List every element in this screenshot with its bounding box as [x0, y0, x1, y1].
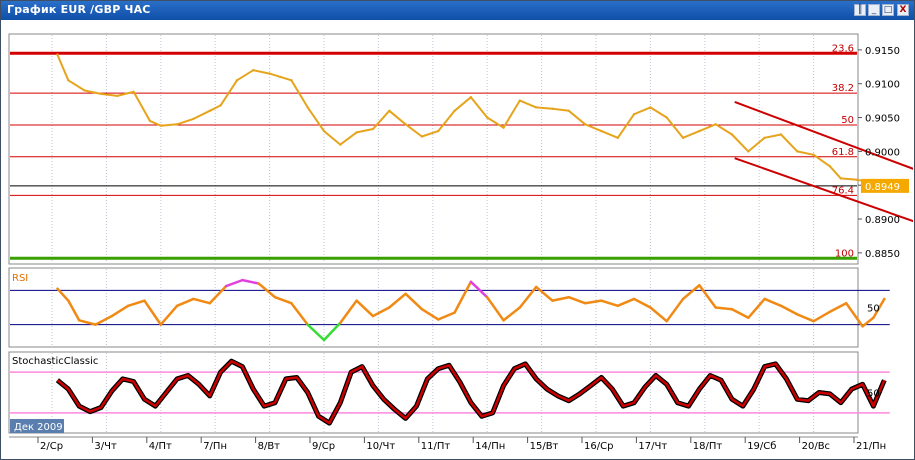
date-tick-label: 4/Пт [149, 441, 172, 452]
price-point [855, 178, 859, 181]
fib-level-label: 23.6 [832, 43, 854, 54]
price-point [730, 133, 734, 136]
price-point [56, 53, 59, 56]
price-point [252, 68, 255, 72]
minimize-icon[interactable]: _ [868, 4, 880, 16]
date-tick-label: 7/Пн [203, 441, 227, 452]
close-icon[interactable]: X [897, 4, 909, 16]
price-point [469, 96, 473, 99]
price-point [534, 106, 538, 109]
date-tick-label: 18/Пт [693, 441, 723, 452]
window-title: График EUR /GBP ЧАС [7, 3, 151, 16]
fib-level-label: 61.8 [832, 147, 854, 158]
rsi-tick-label: 50 [867, 304, 880, 315]
price-point [279, 75, 282, 79]
date-tick-label: 20/Вс [802, 441, 830, 452]
current-price-label: 0.8949 [865, 182, 900, 193]
price-tick-label: 0.9150 [865, 46, 900, 57]
price-point [486, 116, 489, 119]
date-tick-label: 16/Ср [584, 441, 613, 452]
date-tick-label: 21/Пн [856, 441, 886, 452]
price-point [322, 129, 326, 133]
oscillator-2-title: StochasticClassic [12, 356, 98, 367]
chart-area: 23.6 38.2 50 61.8 76.4 100 0.9150 0.9100 0.9050… [8, 33, 913, 452]
price-axis: 0.91500.91000.90500.90000.89500.89000.88… [858, 46, 909, 260]
price-point [583, 123, 587, 126]
price-point [812, 153, 815, 156]
date-tick-label: 17/Чт [638, 441, 667, 452]
date-tick-label: 2/Ср [40, 441, 63, 452]
price-point [567, 109, 570, 112]
price-tick-label: 0.9050 [865, 114, 900, 125]
price-point [388, 109, 391, 112]
price-point [306, 106, 309, 109]
price-point [175, 123, 179, 126]
price-point [148, 119, 152, 123]
date-tick-label: 8/Вт [258, 441, 281, 452]
price-point [665, 116, 668, 119]
price-point [371, 127, 375, 131]
date-tick-label: 15/Вт [530, 441, 559, 452]
price-point [420, 135, 424, 138]
price-point [839, 177, 842, 180]
rsi-segment [714, 306, 734, 311]
maximize-icon[interactable]: □ [882, 4, 894, 16]
price-point [828, 165, 832, 168]
stoch-tick-label: 50 [867, 389, 880, 400]
fib-level-label: 76.4 [832, 185, 854, 196]
fib-level-label: 50 [841, 115, 854, 126]
price-point [159, 124, 162, 127]
price-point [219, 104, 222, 107]
price-point [779, 133, 783, 136]
price-point [404, 123, 407, 126]
price-point [763, 136, 766, 140]
restore-icon[interactable]: ║ [854, 4, 866, 16]
price-point [235, 79, 239, 82]
price-point [67, 79, 70, 82]
price-point [551, 107, 554, 110]
price-point [714, 123, 717, 126]
price-point [132, 90, 135, 94]
oscillator-1-title: RSI [12, 273, 28, 284]
date-tick-label: 9/Ср [312, 441, 335, 452]
price-point [453, 109, 456, 112]
price-point [99, 92, 103, 96]
date-tick-label: 14/Пн [475, 441, 505, 452]
price-point [632, 112, 636, 116]
date-tick-label: 11/Пт [421, 441, 451, 452]
price-panel [8, 33, 859, 265]
price-point [600, 129, 603, 133]
price-tick-label: 0.8850 [865, 249, 900, 260]
price-tick-label: 0.9100 [865, 80, 900, 91]
price-point [681, 136, 685, 140]
price-point [268, 72, 271, 75]
price-point [747, 150, 750, 153]
price-point [698, 129, 701, 133]
price-point [355, 131, 358, 134]
price-point [796, 150, 799, 153]
fib-level-label: 100 [835, 248, 854, 259]
price-point [116, 94, 119, 98]
oscillator-1-panel [8, 267, 859, 348]
price-tick-label: 0.8900 [865, 215, 900, 226]
price-point [192, 117, 195, 121]
price-point [208, 109, 211, 112]
price-point [339, 143, 342, 146]
price-point [518, 99, 522, 102]
date-tick-label: 10/Чт [366, 441, 395, 452]
price-point [649, 106, 652, 109]
date-tick-label: 3/Чт [94, 441, 117, 452]
price-point [616, 136, 619, 140]
price-point [290, 79, 293, 82]
price-point [502, 126, 505, 129]
price-point [83, 89, 86, 92]
price-point [437, 129, 440, 133]
date-axis: 2/Ср 3/Чт 4/Пт 7/Пн 8/Вт 9/Ср 10/Чт 11/Пт 14/Пн 1… [37, 437, 886, 452]
fib-level-label: 38.2 [832, 83, 854, 94]
period-label: Дек 2009 [14, 422, 63, 433]
date-tick-label: 19/Сб [747, 441, 776, 452]
title-bar[interactable]: График EUR /GBP ЧАС ║ _ □ X [1, 1, 914, 20]
price-tick-label: 0.9000 [865, 147, 900, 158]
